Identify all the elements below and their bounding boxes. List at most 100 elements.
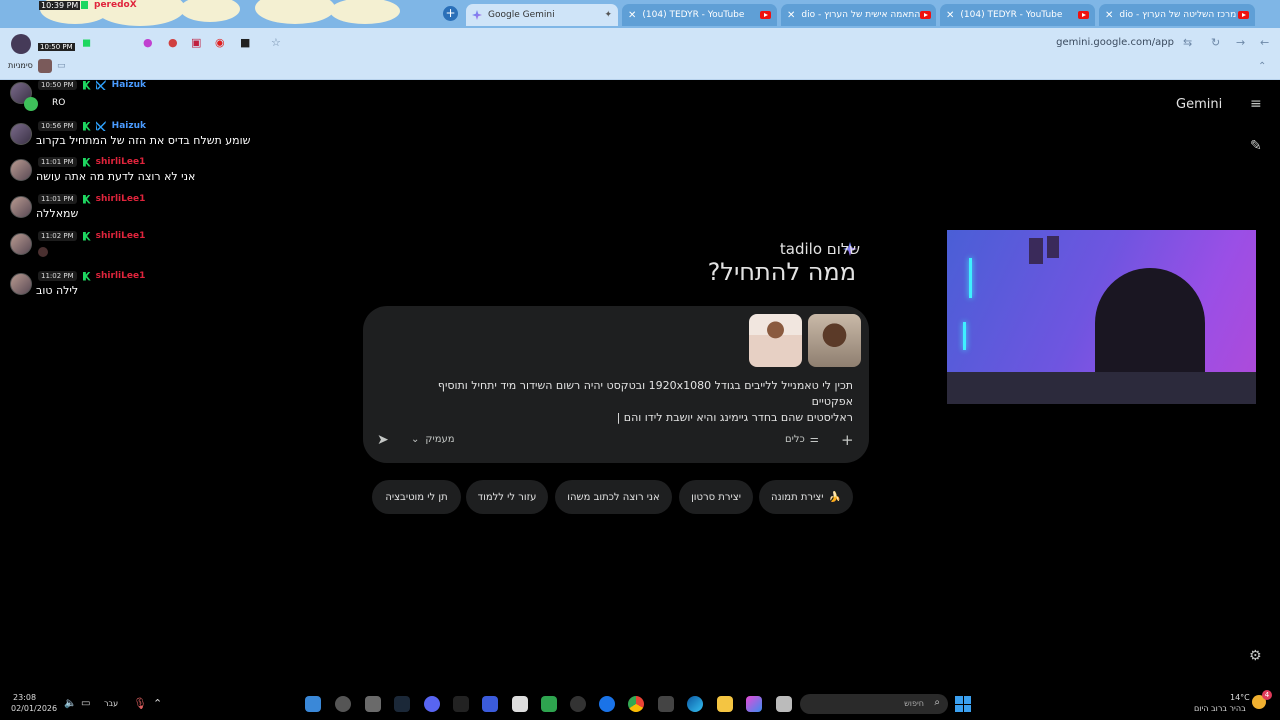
avatar	[10, 159, 32, 181]
forward-icon[interactable]: →	[1236, 36, 1245, 49]
clock-time[interactable]: 23:08	[13, 693, 36, 702]
mode-selector[interactable]: ⌄ מעמיק	[411, 434, 455, 445]
discord-icon[interactable]	[424, 696, 440, 712]
page-headline: ממה להתחיל?	[707, 258, 856, 286]
tab-label: מרכז השליטה של הערוץ - dio	[1119, 10, 1237, 20]
youtube-favicon-icon	[920, 11, 932, 19]
app-icon[interactable]	[453, 696, 469, 712]
x-badge-icon	[95, 80, 106, 90]
poster-decoration	[1047, 236, 1059, 258]
network-icon[interactable]: ▭	[81, 698, 90, 709]
kick-badge-icon	[82, 231, 91, 241]
tools-button[interactable]: כלים ⚌	[785, 434, 819, 445]
poster-decoration	[1029, 238, 1043, 264]
chat-text: אני לא רוצה לדעת מה אתה עושה	[36, 170, 196, 183]
speaker-icon[interactable]: 🔈	[64, 698, 76, 709]
chevron-up-icon[interactable]: ⌃	[1258, 61, 1266, 72]
chip-label: תן לי מוטיבציה	[385, 491, 448, 503]
chat-text: שומע תשלח בדיס את הזה של המתחיל בקרוב	[36, 134, 251, 147]
edge-icon[interactable]	[687, 696, 703, 712]
app-icon[interactable]	[599, 696, 615, 712]
tab-youtube-tedyr-2[interactable]: ✕ (104) TEDYR - YouTube	[940, 4, 1095, 26]
chat-time: 11:01 PM	[38, 194, 77, 204]
avatar	[10, 273, 32, 295]
app-icon[interactable]	[335, 696, 351, 712]
close-tab-icon[interactable]: ✕	[787, 10, 795, 21]
app-icon[interactable]	[365, 696, 381, 712]
menu-icon[interactable]: ≡	[1250, 96, 1262, 112]
back-icon[interactable]: ←	[1260, 36, 1269, 49]
chat-time: 11:01 PM	[38, 157, 77, 167]
tab-youtube-tedyr[interactable]: ✕ (104) TEDYR - YouTube	[622, 4, 777, 26]
close-tab-icon[interactable]: ✕	[1105, 10, 1113, 21]
chip-label: עזור לי ללמוד	[477, 491, 537, 503]
mode-label: מעמיק	[425, 434, 455, 445]
chrome-icon[interactable]	[628, 696, 644, 712]
avatar	[10, 123, 32, 145]
close-tab-icon[interactable]: ✕	[946, 10, 954, 21]
chatgpt-icon[interactable]	[570, 696, 586, 712]
settings-gear-icon[interactable]: ⚙	[1249, 648, 1262, 664]
youtube-favicon-icon	[1078, 11, 1089, 19]
attached-image-thumbnail[interactable]	[808, 314, 861, 367]
chat-username: Haizuk	[111, 121, 146, 131]
add-attachment-button[interactable]: +	[841, 431, 854, 449]
telegram-icon[interactable]	[305, 696, 321, 712]
new-chat-icon[interactable]: ✎	[1250, 138, 1262, 154]
avatar	[10, 196, 32, 218]
prompt-textarea[interactable]: תכין לי טאמנייל ללייבים בגודל 1920x1080 …	[403, 378, 853, 426]
microphone-icon[interactable]: 🎙	[133, 697, 147, 710]
tab-dio-customization[interactable]: ✕ התאמה אישית של הערוץ - dio	[781, 4, 936, 26]
chat-username: shirliLee1	[95, 271, 146, 281]
copilot-icon[interactable]	[746, 696, 762, 712]
tab-label: התאמה אישית של הערוץ - dio	[801, 10, 921, 20]
store-icon[interactable]	[658, 696, 674, 712]
weather-desc[interactable]: בהיר ברוב היום	[1194, 704, 1246, 713]
translate-icon[interactable]: ⇆	[1183, 36, 1192, 49]
weather-temp[interactable]: 14°C	[1230, 693, 1250, 702]
close-tab-icon[interactable]: ✕	[628, 10, 636, 21]
tab-google-gemini[interactable]: Google Gemini ✦	[466, 4, 618, 26]
chat-time: 11:02 PM	[38, 231, 77, 241]
sliders-icon: ⚌	[809, 434, 819, 445]
tab-label: Google Gemini	[488, 10, 555, 20]
chevron-up-icon[interactable]: ⌃	[153, 697, 162, 710]
tab-label: (104) TEDYR - YouTube	[642, 10, 745, 20]
address-bar-url[interactable]: gemini.google.com/app	[1056, 37, 1174, 48]
chip-motivation[interactable]: תן לי מוטיבציה	[372, 480, 461, 514]
clock-date[interactable]: 02/01/2026	[11, 704, 57, 713]
chip-create-video[interactable]: יצירת סרטון	[679, 480, 753, 514]
language-indicator[interactable]: עבר	[104, 699, 118, 708]
send-button[interactable]: ➤	[377, 432, 389, 448]
windows-start-icon[interactable]	[955, 696, 971, 712]
youtube-favicon-icon	[760, 11, 771, 19]
neon-light-decoration	[969, 258, 972, 298]
chevron-down-icon: ⌄	[411, 434, 420, 445]
chat-time: 11:02 PM	[38, 271, 77, 281]
kick-badge-icon	[82, 121, 91, 131]
chip-help-learn[interactable]: עזור לי ללמוד	[466, 480, 548, 514]
gemini-brand[interactable]: Gemini	[1176, 97, 1222, 112]
chip-write-something[interactable]: אני רוצה לכתוב משהו	[555, 480, 672, 514]
attached-image-thumbnail[interactable]	[749, 314, 802, 367]
app-icon[interactable]	[776, 696, 792, 712]
chat-text: לילה טוב	[36, 284, 79, 297]
app-icon[interactable]	[512, 696, 528, 712]
chat-text: שמאללה	[36, 207, 79, 220]
reload-icon[interactable]: ↻	[1211, 36, 1220, 49]
new-tab-button[interactable]: +	[443, 6, 458, 21]
app-icon[interactable]	[482, 696, 498, 712]
chip-label: אני רוצה לכתוב משהו	[567, 491, 660, 503]
app-icon[interactable]	[541, 696, 557, 712]
kick-badge-icon	[82, 194, 91, 204]
emote-icon	[24, 97, 38, 111]
chat-username: shirliLee1	[95, 194, 146, 204]
chip-create-image[interactable]: יצירת תמונה 🍌	[759, 480, 853, 514]
tab-dio-dashboard[interactable]: ✕ מרכז השליטה של הערוץ - dio	[1099, 4, 1255, 26]
search-placeholder: חיפוש	[904, 699, 924, 708]
file-explorer-icon[interactable]	[717, 696, 733, 712]
taskbar-search-box[interactable]: חיפוש ⌕	[800, 694, 948, 714]
steam-icon[interactable]	[394, 696, 410, 712]
chat-text: RO	[52, 98, 66, 108]
prompt-input-box[interactable]: תכין לי טאמנייל ללייבים בגודל 1920x1080 …	[363, 306, 869, 463]
